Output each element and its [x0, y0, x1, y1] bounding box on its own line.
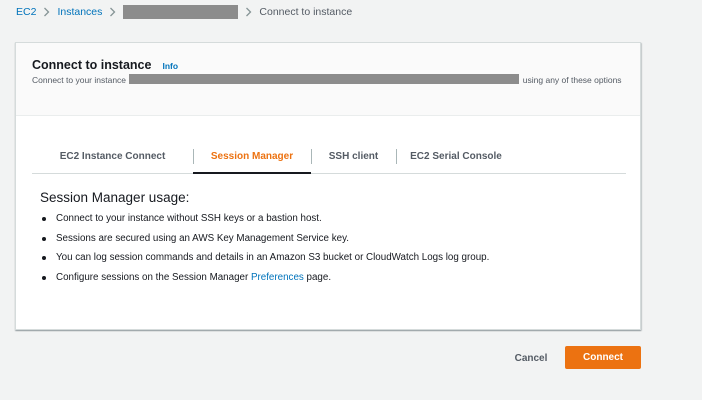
chevron-right-icon — [43, 7, 50, 17]
list-item: Connect to your instance without SSH key… — [40, 213, 489, 224]
breadcrumb-current: Connect to instance — [259, 6, 353, 18]
breadcrumb: EC2 Instances Connect to instance — [16, 5, 352, 19]
tab-ec2-instance-connect[interactable]: EC2 Instance Connect — [32, 140, 193, 173]
instance-name-redacted — [129, 74, 520, 84]
list-item: Sessions are secured using an AWS Key Ma… — [40, 233, 489, 244]
connect-card: Connect to instance Info Connect to your… — [15, 42, 641, 330]
list-item: You can log session commands and details… — [40, 252, 489, 263]
breadcrumb-instances-link[interactable]: Instances — [57, 6, 102, 18]
list-item: Configure sessions on the Session Manage… — [40, 272, 489, 283]
connection-method-tabs: EC2 Instance Connect Session Manager SSH… — [32, 140, 626, 174]
info-link[interactable]: Info — [162, 61, 178, 71]
breadcrumb-ec2-link[interactable]: EC2 — [16, 6, 36, 18]
connect-button[interactable]: Connect — [565, 346, 641, 369]
page-title: Connect to instance — [32, 58, 152, 72]
session-manager-heading: Session Manager usage: — [40, 190, 190, 205]
tab-session-manager[interactable]: Session Manager — [193, 140, 311, 174]
card-description: Connect to your instance using any of th… — [32, 74, 624, 86]
description-suffix: using any of these options — [522, 75, 622, 85]
session-manager-usage-list: Connect to your instance without SSH key… — [40, 213, 489, 283]
cancel-button[interactable]: Cancel — [506, 346, 556, 370]
description-prefix: Connect to your instance — [32, 75, 127, 85]
chevron-right-icon — [245, 7, 252, 17]
tab-ec2-serial-console[interactable]: EC2 Serial Console — [396, 140, 516, 173]
breadcrumb-instance-id-redacted[interactable] — [123, 5, 239, 19]
card-header: Connect to instance Info Connect to your… — [16, 43, 640, 116]
preferences-suffix: page. — [303, 271, 332, 283]
preferences-link[interactable]: Preferences — [251, 272, 304, 283]
chevron-right-icon — [109, 7, 116, 17]
preferences-prefix: Configure sessions on the Session Manage… — [56, 271, 251, 283]
tab-ssh-client[interactable]: SSH client — [311, 140, 396, 173]
session-manager-panel: Session Manager usage: Connect to your i… — [40, 190, 489, 291]
